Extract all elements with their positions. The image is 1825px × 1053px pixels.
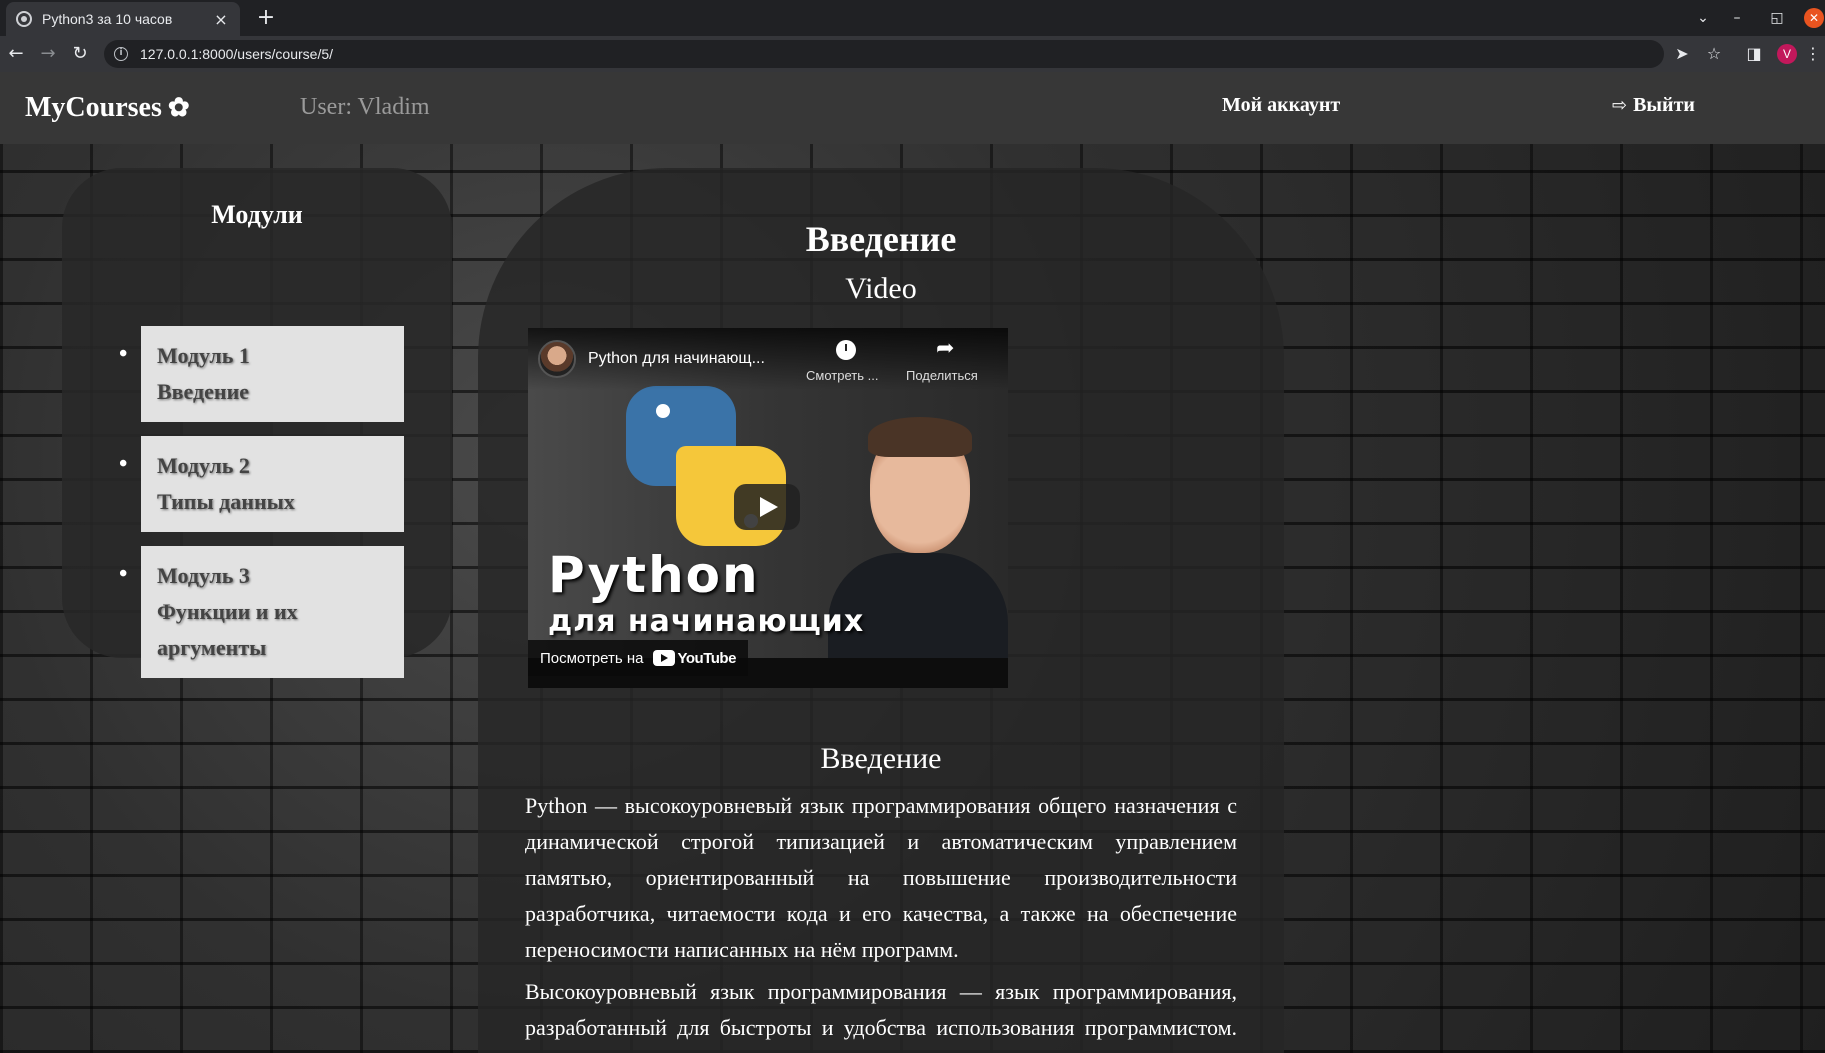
browser-tabbar: Python3 за 10 часов × + ⌄ – ◱ ✕ [0,0,1825,36]
url-text: 127.0.0.1:8000/users/course/5/ [140,46,334,62]
brand-name: MyCourses [25,92,162,123]
module-item-2[interactable]: Модуль 2 Типы данных [119,436,404,532]
channel-avatar[interactable] [538,340,576,378]
page: MyCourses ✿ User: Vladim Мой аккаунт ⇨ В… [0,72,1825,1053]
clock-icon[interactable] [836,340,856,360]
send-icon[interactable]: ➤ [1668,40,1696,68]
close-icon[interactable]: × [212,10,230,29]
back-icon[interactable]: ← [2,40,30,68]
address-bar[interactable]: i 127.0.0.1:8000/users/course/5/ [104,40,1664,68]
logout-label: Выйти [1633,94,1695,116]
tab-search-icon[interactable]: ⌄ [1688,0,1718,36]
tab-title: Python3 за 10 часов [42,11,173,27]
thumbnail-subtitle: для начинающих [548,604,865,639]
module-item-3[interactable]: Модуль 3 Функции и их аргументы [119,546,404,678]
share-label[interactable]: Поделиться [906,368,978,383]
watch-on-youtube-button[interactable]: Посмотреть на YouTube [528,640,748,676]
youtube-embed[interactable]: Python для начинающих Python для начинаю… [528,328,1008,688]
brand-link[interactable]: MyCourses ✿ [25,92,190,124]
maple-leaf-icon: ✿ [167,93,190,122]
globe-icon [16,11,32,27]
paragraph: Python — высокоуровневый язык программир… [525,793,1237,962]
module-name: Введение [157,379,250,404]
window-close-button[interactable]: ✕ [1804,8,1824,28]
modules-sidebar: Модули Модуль 1 Введение Модуль 2 Типы д… [62,168,452,678]
module-name: Функции и их аргументы [157,599,298,660]
youtube-wordmark: YouTube [677,649,736,667]
browser-toolbar: ← → ↻ i 127.0.0.1:8000/users/course/5/ ➤… [0,36,1825,72]
logout-link[interactable]: ⇨ Выйти [1612,94,1695,117]
play-button[interactable] [734,484,800,530]
menu-icon[interactable]: ⋮ [1803,40,1823,68]
module-label: Модуль 1 [157,343,250,368]
video-title[interactable]: Python для начинающ... [588,350,765,368]
user-label: User: Vladim [300,94,430,120]
watch-later-label[interactable]: Смотреть ... [806,368,878,383]
youtube-play-icon [653,650,676,666]
paragraph: Высокоуровневый язык программирования — … [525,979,1237,1053]
youtube-logo: YouTube [653,649,736,667]
restore-icon[interactable]: ◱ [1762,0,1792,36]
info-icon[interactable]: i [114,47,128,61]
reload-icon[interactable]: ↻ [66,40,94,68]
watch-on-label: Посмотреть на [540,649,644,667]
forward-icon[interactable]: → [34,40,62,68]
module-label: Модуль 2 [157,453,250,478]
new-tab-button[interactable]: + [252,4,280,32]
minimize-icon[interactable]: – [1722,0,1752,36]
module-label: Модуль 3 [157,563,250,588]
profile-avatar[interactable]: V [1777,44,1797,64]
video-label: Video [845,272,917,305]
module-item-1[interactable]: Модуль 1 Введение [119,326,404,422]
side-panel-icon[interactable]: ◨ [1740,40,1768,68]
video-header: Python для начинающ... Смотреть ... ➦ По… [528,328,1008,390]
module-name: Типы данных [157,489,295,514]
account-link[interactable]: Мой аккаунт [1222,94,1340,117]
browser-tab[interactable]: Python3 за 10 часов × [6,2,240,36]
thumbnail-title: Python [548,546,760,604]
share-icon[interactable]: ➦ [936,336,954,361]
bookmark-star-icon[interactable]: ☆ [1700,40,1728,68]
sidebar-title: Модули [211,200,303,229]
site-navbar: MyCourses ✿ User: Vladim Мой аккаунт ⇨ В… [0,72,1825,144]
sign-out-icon: ⇨ [1612,95,1628,116]
section-title: Введение [820,742,942,775]
lesson-title: Введение [805,219,957,259]
lesson-content: Введение Video Python для начинающих Pyt… [478,168,1284,1053]
